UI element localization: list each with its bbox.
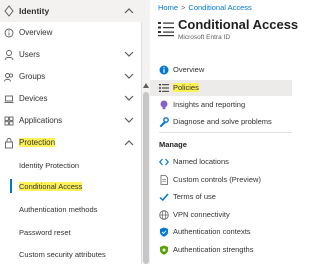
nav-groups[interactable]: Groups	[0, 66, 142, 88]
nav-identity-header[interactable]: Identity	[0, 0, 142, 22]
page-subtitle: Microsoft Entra ID	[178, 34, 231, 41]
menu-authentication-contexts[interactable]: Authentication contexts	[150, 224, 292, 240]
wrench-icon	[160, 117, 169, 127]
menu-diagnose-solve-label: Diagnose and solve problems	[173, 117, 272, 126]
manage-section-heading: Manage	[159, 140, 187, 149]
globe-icon	[159, 210, 169, 220]
nav-applications-label: Applications	[19, 116, 63, 125]
shield-icon	[160, 227, 168, 237]
policy-list-icon	[158, 22, 174, 37]
nav-custom-security-attributes[interactable]: Custom security attributes	[0, 244, 142, 264]
menu-authentication-contexts-label: Authentication contexts	[173, 227, 251, 236]
nav-devices[interactable]: Devices	[0, 88, 142, 110]
diamond-icon	[4, 5, 14, 17]
scroll-up-arrow-icon[interactable]	[143, 83, 149, 88]
breadcrumb: Home > Conditional Access	[158, 3, 252, 12]
menu-vpn-connectivity[interactable]: VPN connectivity	[150, 207, 292, 223]
menu-policies[interactable]: Policies	[150, 80, 292, 96]
nav-groups-label: Groups	[19, 72, 46, 81]
user-icon	[4, 50, 14, 61]
app-frame: Identity Overview Users Groups Devices A…	[0, 0, 298, 264]
nav-conditional-access[interactable]: Conditional Access	[0, 176, 142, 196]
chevron-up-icon	[124, 8, 134, 14]
chevron-down-icon	[124, 73, 134, 79]
nav-devices-label: Devices	[19, 94, 48, 103]
document-icon	[160, 175, 168, 185]
nav-protection[interactable]: Protection	[0, 132, 142, 154]
breadcrumb-current-link[interactable]: Conditional Access	[188, 3, 251, 12]
menu-overview-label: Overview	[173, 65, 205, 74]
section-divider	[159, 132, 292, 133]
menu-named-locations[interactable]: Named locations	[150, 154, 292, 170]
nav-password-reset[interactable]: Password reset	[0, 222, 142, 242]
scrollbar-thumb[interactable]	[143, 92, 149, 264]
chevron-down-icon	[124, 51, 134, 57]
menu-terms-of-use-label: Terms of use	[173, 192, 216, 201]
menu-named-locations-label: Named locations	[173, 157, 229, 166]
menu-authentication-strengths-label: Authentication strengths	[173, 245, 254, 254]
nav-authentication-methods-label: Authentication methods	[19, 205, 98, 214]
menu-insights-reporting-label: Insights and reporting	[173, 100, 246, 109]
breadcrumb-home-link[interactable]: Home	[158, 3, 178, 12]
nav-protection-label: Protection	[19, 138, 56, 147]
chevron-down-icon	[124, 95, 134, 101]
list-icon	[159, 84, 169, 92]
menu-diagnose-solve[interactable]: Diagnose and solve problems	[150, 114, 292, 130]
menu-custom-controls[interactable]: Custom controls (Preview)	[150, 172, 292, 188]
page-title: Conditional Access	[178, 17, 299, 32]
laptop-icon	[4, 95, 14, 103]
nav-overview[interactable]: Overview	[0, 22, 142, 44]
menu-vpn-connectivity-label: VPN connectivity	[173, 210, 230, 219]
left-navigation: Identity Overview Users Groups Devices A…	[0, 0, 142, 264]
lock-icon	[5, 138, 13, 149]
menu-insights-reporting[interactable]: Insights and reporting	[150, 97, 292, 113]
menu-terms-of-use[interactable]: Terms of use	[150, 189, 292, 205]
chevron-down-icon	[124, 117, 134, 123]
nav-password-reset-label: Password reset	[19, 228, 71, 237]
code-brackets-icon	[159, 158, 169, 166]
shield-green-icon	[160, 245, 168, 255]
apps-grid-icon	[4, 116, 14, 126]
nav-users-label: Users	[19, 50, 40, 59]
lightbulb-icon	[160, 100, 168, 110]
nav-identity-label: Identity	[19, 6, 50, 16]
pane-scrollbar[interactable]	[142, 0, 150, 264]
nav-users[interactable]: Users	[0, 44, 142, 66]
menu-custom-controls-label: Custom controls (Preview)	[173, 175, 261, 184]
nav-custom-security-attributes-label: Custom security attributes	[19, 250, 106, 259]
nav-conditional-access-label: Conditional Access	[19, 182, 83, 191]
nav-identity-protection[interactable]: Identity Protection	[0, 155, 142, 175]
chevron-up-icon	[124, 140, 134, 146]
info-icon	[159, 65, 169, 75]
breadcrumb-separator: >	[181, 3, 186, 12]
group-icon	[4, 73, 14, 82]
menu-authentication-strengths[interactable]: Authentication strengths	[150, 242, 292, 258]
info-circle-icon	[4, 28, 14, 38]
active-indicator	[10, 179, 12, 193]
conditional-access-blade: Home > Conditional Access Conditional Acce…	[150, 0, 298, 264]
nav-authentication-methods[interactable]: Authentication methods	[0, 199, 142, 219]
menu-overview[interactable]: Overview	[150, 62, 292, 78]
nav-overview-label: Overview	[19, 28, 53, 37]
checkmark-icon	[159, 193, 169, 202]
nav-identity-protection-label: Identity Protection	[19, 161, 80, 170]
menu-policies-label: Policies	[173, 83, 199, 92]
nav-applications[interactable]: Applications	[0, 110, 142, 132]
